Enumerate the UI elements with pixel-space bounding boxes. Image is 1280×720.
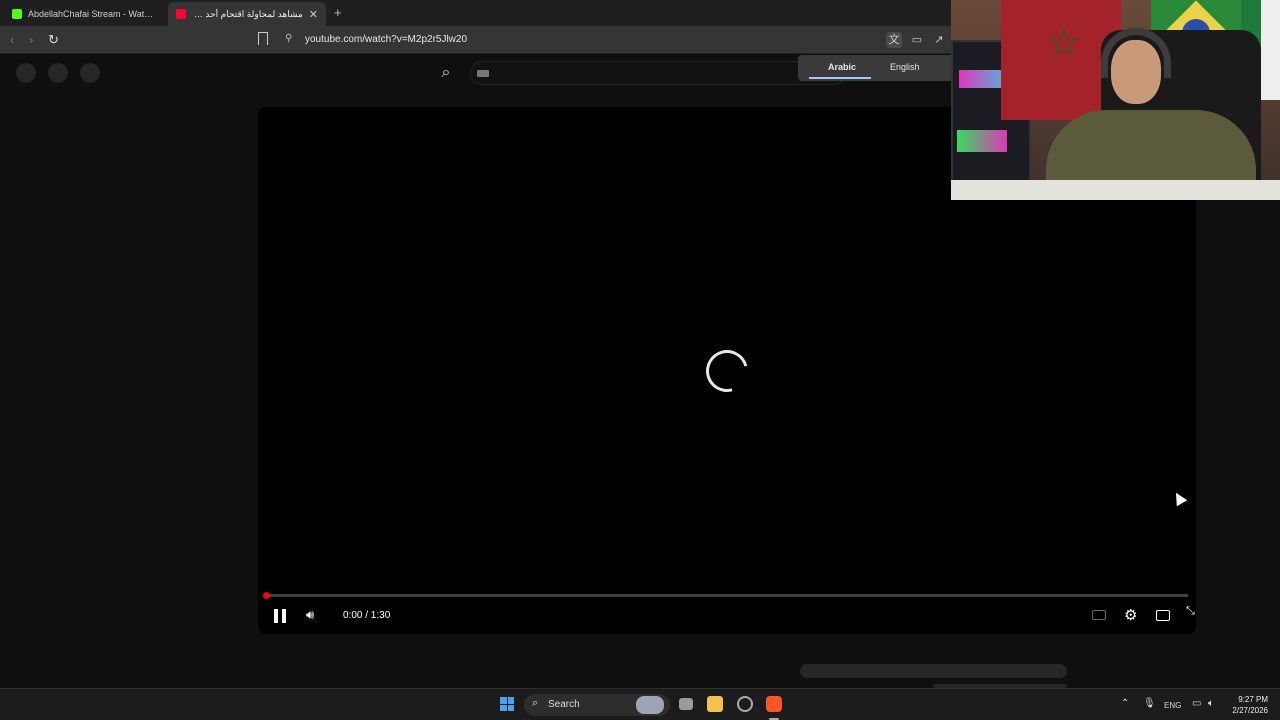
webcam-overlay: ☆ (951, 0, 1280, 200)
fullscreen-icon[interactable]: ⤡ (1186, 605, 1195, 618)
clock-time: 9:27 PM (1238, 695, 1268, 704)
close-tab-icon[interactable]: ✕ (309, 8, 318, 21)
site-info-icon[interactable]: ⚲ (285, 33, 292, 44)
show-hidden-icons-icon[interactable]: ⌃ (1121, 698, 1129, 709)
translate-icon[interactable]: 文 (886, 32, 902, 48)
windows-taskbar: ⌕ Search ⌃ 🎙︎ ENG ▭ 🔈︎ 9:27 PM 2/27/2026 (0, 688, 1280, 720)
brave-browser-icon[interactable] (766, 696, 782, 712)
youtube-favicon-icon (176, 9, 186, 19)
theater-icon[interactable] (1156, 610, 1170, 621)
search-highlight-icon (636, 696, 664, 714)
keyboard-icon[interactable] (477, 70, 489, 77)
new-tab-icon[interactable]: + (334, 5, 342, 20)
search-bar: ⌕ (426, 59, 846, 87)
clock-date: 2/27/2026 (1232, 706, 1268, 715)
tab-title: مشاهد لمحاولة اقتحام أحد مراكز الـ (192, 8, 303, 19)
system-clock[interactable]: 9:27 PM 2/27/2026 (1226, 694, 1268, 716)
forward-icon[interactable]: › (29, 32, 33, 47)
search-input[interactable] (470, 61, 846, 85)
back-icon[interactable]: ‹ (10, 32, 14, 47)
search-icon[interactable]: ⌕ (426, 59, 466, 87)
file-explorer-icon[interactable] (707, 696, 723, 712)
volume-icon[interactable]: 🔈︎ (1208, 698, 1214, 709)
bookmark-icon[interactable] (258, 32, 268, 45)
share-icon[interactable]: ↗ (931, 32, 947, 48)
address-bar[interactable]: youtube.com/watch?v=M2p2r5Jlw20 (305, 34, 467, 45)
search-icon: ⌕ (532, 697, 539, 709)
taskbar-search[interactable]: ⌕ Search (524, 694, 670, 716)
input-language[interactable]: ENG (1164, 701, 1181, 710)
tab-title: AbdellahChafai Stream - Watch Live (28, 9, 154, 19)
reload-icon[interactable]: ↻ (48, 32, 59, 48)
flag-star-icon: ☆ (1046, 21, 1082, 65)
settings-icon[interactable]: ⚙ (1124, 606, 1137, 624)
network-icon[interactable]: ▭ (1192, 698, 1201, 709)
browser-toolbar: ‹ › ↻ ⚲ youtube.com/watch?v=M2p2r5Jlw20 … (0, 26, 952, 54)
loading-placeholder (800, 664, 1067, 678)
time-display: 0:00 / 1:30 (343, 610, 391, 621)
progress-scrubber[interactable] (263, 592, 270, 599)
microphone-icon[interactable]: 🎙︎ (1143, 698, 1156, 709)
logo-placeholder (48, 63, 68, 83)
webcam-rgb-light (957, 130, 1007, 152)
chrome-icon[interactable] (737, 696, 753, 712)
active-language-indicator (809, 77, 871, 79)
loading-spinner-icon (698, 342, 756, 400)
pause-icon[interactable] (274, 609, 286, 623)
language-tab-english[interactable]: English (890, 62, 920, 72)
start-button[interactable] (500, 697, 514, 711)
progress-bar[interactable] (263, 592, 1188, 599)
task-view-icon[interactable] (679, 698, 693, 710)
tab-kick-stream[interactable]: AbdellahChafai Stream - Watch Live (4, 2, 162, 26)
tab-youtube-video[interactable]: مشاهد لمحاولة اقتحام أحد مراكز الـ ✕ (168, 2, 326, 26)
desk (951, 180, 1280, 200)
translate-popup: Arabic English (798, 55, 952, 81)
language-tab-arabic[interactable]: Arabic (828, 62, 856, 72)
browser-tab-strip: AbdellahChafai Stream - Watch Live مشاهد… (0, 0, 952, 26)
nav-placeholder (80, 63, 100, 83)
menu-placeholder (16, 63, 36, 83)
volume-icon[interactable]: 🔊︎ (306, 607, 314, 623)
cast-icon[interactable]: ▭ (909, 32, 925, 48)
subtitles-icon[interactable] (1092, 610, 1106, 620)
taskbar-search-label: Search (548, 699, 580, 710)
kick-favicon-icon (12, 9, 22, 19)
